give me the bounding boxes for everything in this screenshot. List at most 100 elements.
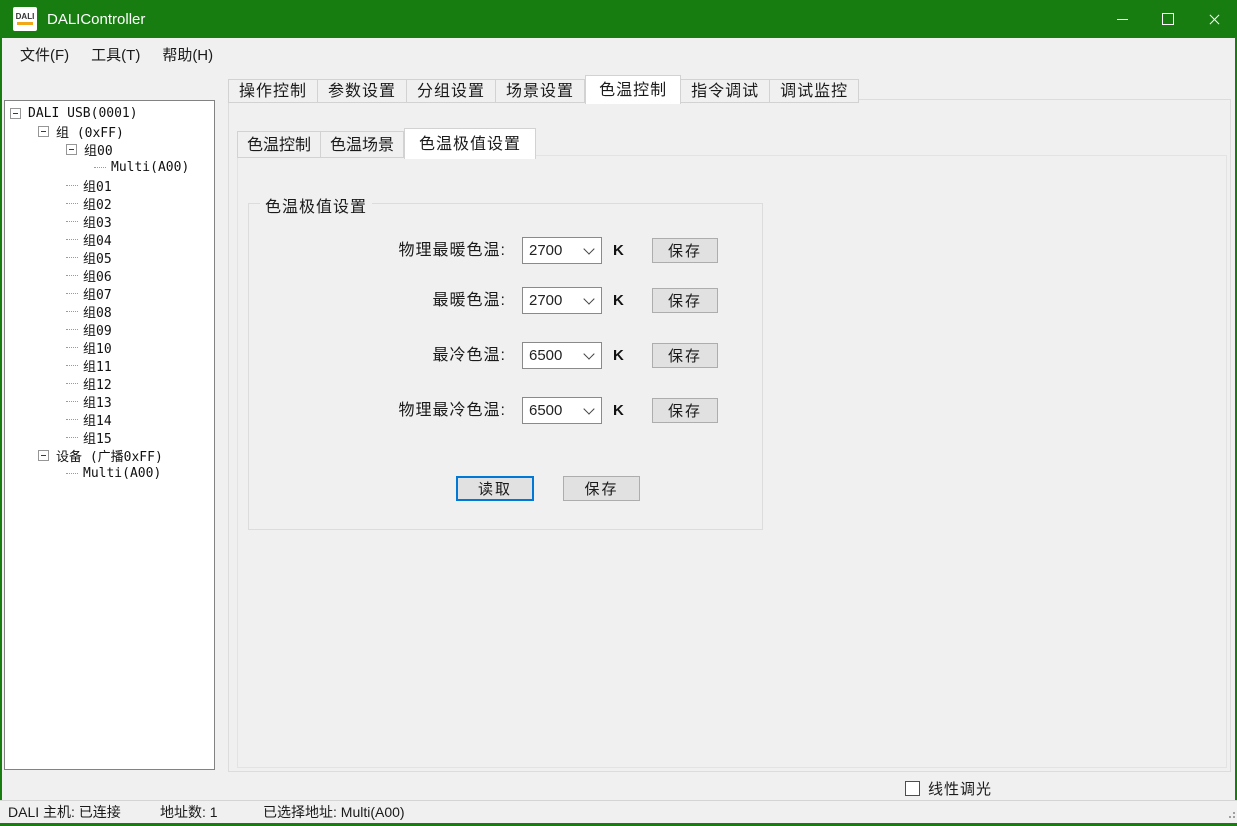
tree-item-label: 组14 xyxy=(83,410,112,429)
tree-connector xyxy=(94,167,106,168)
tree-item[interactable]: 组 (0xFF) xyxy=(5,122,214,140)
save-button[interactable]: 保存 xyxy=(652,288,718,313)
save-button[interactable]: 保存 xyxy=(652,343,718,368)
maximize-button[interactable] xyxy=(1145,0,1191,38)
status-host: DALI 主机: 已连接 xyxy=(8,801,121,823)
tree-connector xyxy=(66,401,78,402)
tree-connector xyxy=(66,221,78,222)
tab-command-debug[interactable]: 指令调试 xyxy=(681,79,770,103)
app-icon-text: DALI xyxy=(16,13,35,21)
cct-value-select[interactable]: 6500 xyxy=(522,397,602,424)
tree-item-label: Multi(A00) xyxy=(111,160,189,175)
cct-row-label: 最暖色温: xyxy=(279,287,506,314)
checkbox-box-icon[interactable] xyxy=(905,781,920,796)
statusbar: DALI 主机: 已连接 地址数: 1 已选择地址: Multi(A00) xyxy=(0,800,1237,823)
menubar: 文件(F) 工具(T) 帮助(H) xyxy=(2,38,1235,70)
main-tabstrip: 操作控制 参数设置 分组设置 场景设置 色温控制 指令调试 调试监控 xyxy=(228,75,859,103)
expand-collapse-icon[interactable] xyxy=(38,126,49,137)
tree-item-label: 组02 xyxy=(83,194,112,213)
tree-item[interactable]: 组15 xyxy=(5,428,214,446)
tree-item[interactable]: 组11 xyxy=(5,356,214,374)
tree-item-label: 组10 xyxy=(83,338,112,357)
cct-value-select[interactable]: 2700 xyxy=(522,237,602,264)
tab-operation-control[interactable]: 操作控制 xyxy=(228,79,318,103)
window-controls xyxy=(1099,0,1237,38)
tree-item[interactable]: 组08 xyxy=(5,302,214,320)
save-button[interactable]: 保存 xyxy=(652,398,718,423)
tab-cct-control[interactable]: 色温控制 xyxy=(585,75,681,104)
tree-connector xyxy=(66,329,78,330)
tree-connector xyxy=(66,437,78,438)
menu-help[interactable]: 帮助(H) xyxy=(151,38,224,71)
tree-item-label: DALI USB(0001) xyxy=(28,106,138,121)
cct-value: 2700 xyxy=(523,292,585,309)
subtab-cct-scene[interactable]: 色温场景 xyxy=(321,131,404,158)
save-all-button[interactable]: 保存 xyxy=(563,476,640,501)
window-title: DALIController xyxy=(47,11,145,28)
minimize-button[interactable] xyxy=(1099,0,1145,38)
tree-connector xyxy=(66,239,78,240)
expand-collapse-icon[interactable] xyxy=(38,450,49,461)
expand-collapse-icon[interactable] xyxy=(10,108,21,119)
tree-connector xyxy=(66,257,78,258)
close-button[interactable] xyxy=(1191,0,1237,38)
expand-collapse-icon[interactable] xyxy=(66,144,77,155)
chevron-down-icon xyxy=(583,348,594,359)
status-address-count: 地址数: 1 xyxy=(160,801,218,823)
app-window: DALI DALIController 文件(F) 工具(T) 帮助(H) DA… xyxy=(0,0,1237,826)
status-selected-address: 已选择地址: Multi(A00) xyxy=(263,801,405,823)
tree-item[interactable]: 组02 xyxy=(5,194,214,212)
tree-item[interactable]: 组12 xyxy=(5,374,214,392)
tree-item[interactable]: 组01 xyxy=(5,176,214,194)
tree-item[interactable]: Multi(A00) xyxy=(5,158,214,176)
subtab-cct-extremes[interactable]: 色温极值设置 xyxy=(404,128,536,159)
tab-scene-settings[interactable]: 场景设置 xyxy=(496,79,585,103)
tree-item[interactable]: DALI USB(0001) xyxy=(5,104,214,122)
tree-item-label: 组 (0xFF) xyxy=(56,122,124,141)
checkbox-label: 线性调光 xyxy=(928,778,992,799)
app-icon: DALI xyxy=(13,7,37,31)
linear-dimming-checkbox[interactable]: 线性调光 xyxy=(905,778,992,799)
tree-item[interactable]: 组05 xyxy=(5,248,214,266)
tree-item-label: 组13 xyxy=(83,392,112,411)
read-button[interactable]: 读取 xyxy=(456,476,534,501)
titlebar: DALI DALIController xyxy=(0,0,1237,38)
tree-connector xyxy=(66,203,78,204)
cct-value-select[interactable]: 2700 xyxy=(522,287,602,314)
tree-item[interactable]: 组07 xyxy=(5,284,214,302)
cct-value-select[interactable]: 6500 xyxy=(522,342,602,369)
tree-item[interactable]: 组04 xyxy=(5,230,214,248)
tree-item-label: 组11 xyxy=(83,356,112,375)
tree-item[interactable]: 组00 xyxy=(5,140,214,158)
cct-row-coolest: 最冷色温: 6500 K 保存 xyxy=(249,342,762,369)
tree-connector xyxy=(66,383,78,384)
chevron-down-icon xyxy=(583,243,594,254)
menu-file[interactable]: 文件(F) xyxy=(9,38,80,71)
unit-label: K xyxy=(613,397,624,424)
tree-item[interactable]: 组03 xyxy=(5,212,214,230)
tree-connector xyxy=(66,473,78,474)
tab-grouping-settings[interactable]: 分组设置 xyxy=(407,79,496,103)
device-tree: DALI USB(0001) 组 (0xFF) 组00 Multi(A00) 组… xyxy=(4,100,215,770)
tree-item-label: 组04 xyxy=(83,230,112,249)
tree-item[interactable]: 设备 (广播0xFF) xyxy=(5,446,214,464)
tab-parameter-settings[interactable]: 参数设置 xyxy=(318,79,407,103)
tree-item-label: 组08 xyxy=(83,302,112,321)
unit-label: K xyxy=(613,237,624,264)
tree-item[interactable]: 组10 xyxy=(5,338,214,356)
unit-label: K xyxy=(613,342,624,369)
save-button[interactable]: 保存 xyxy=(652,238,718,263)
tree-item[interactable]: 组06 xyxy=(5,266,214,284)
tree-item[interactable]: 组09 xyxy=(5,320,214,338)
cct-row-label: 物理最暖色温: xyxy=(279,237,506,264)
resize-grip-icon[interactable] xyxy=(1229,808,1231,810)
tree-item[interactable]: 组13 xyxy=(5,392,214,410)
menu-tools[interactable]: 工具(T) xyxy=(80,38,151,71)
subtab-cct-control[interactable]: 色温控制 xyxy=(237,131,321,158)
tab-debug-monitor[interactable]: 调试监控 xyxy=(770,79,859,103)
tree-item[interactable]: Multi(A00) xyxy=(5,464,214,482)
cct-value: 6500 xyxy=(523,402,585,419)
cct-row-physical-warmest: 物理最暖色温: 2700 K 保存 xyxy=(249,237,762,264)
cct-value: 2700 xyxy=(523,242,585,259)
tree-item[interactable]: 组14 xyxy=(5,410,214,428)
